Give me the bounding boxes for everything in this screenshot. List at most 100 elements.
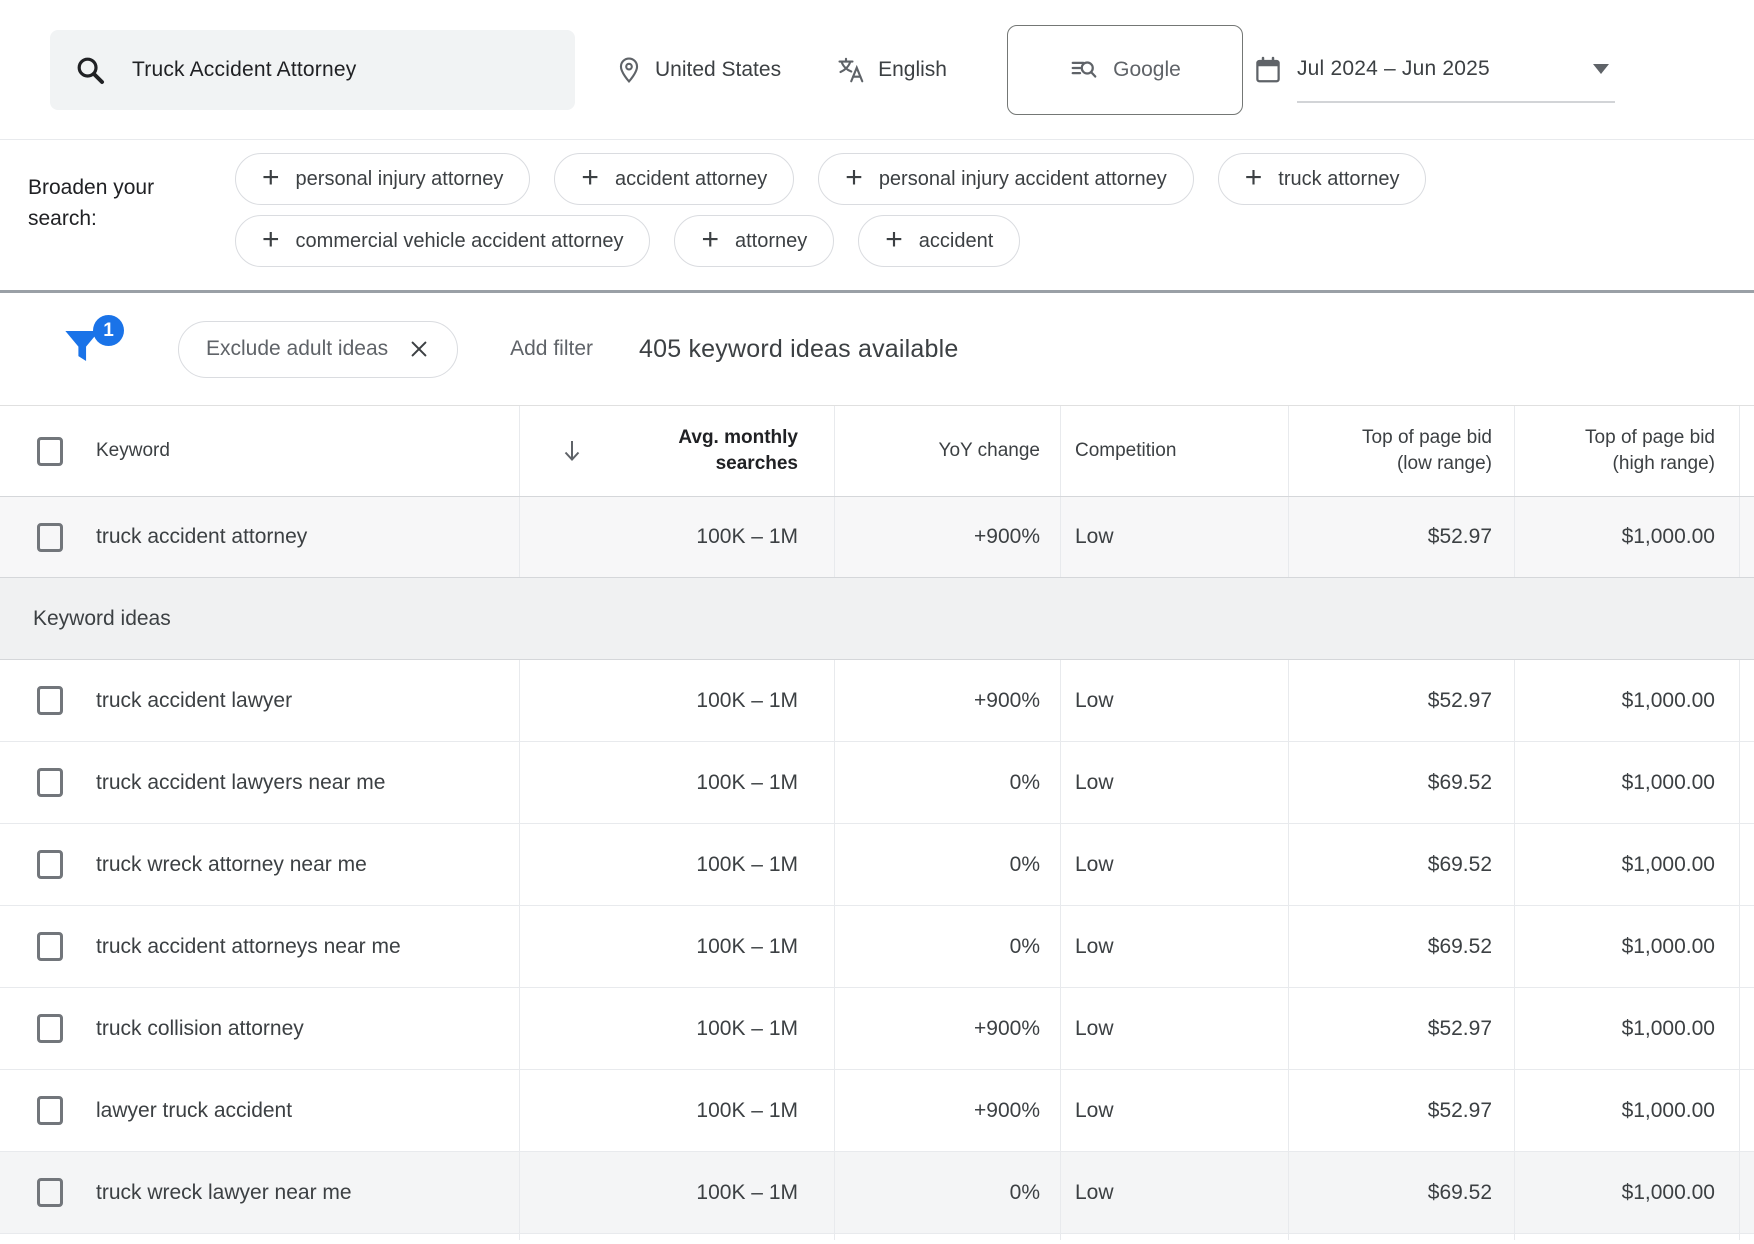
chip-label: personal injury accident attorney [879,168,1167,191]
search-network-icon [1069,55,1099,85]
row-filler-cell [1740,824,1754,905]
broaden-chip[interactable]: + personal injury attorney [235,153,530,205]
column-header-bid-high[interactable]: Top of page bid (high range) [1515,406,1740,496]
column-header-keyword[interactable]: Keyword [96,440,170,462]
keyword-text: truck accident attorneys near me [96,935,401,959]
keyword-search-input[interactable]: Truck Accident Attorney [50,30,575,110]
yoy-cell: +900% [835,1070,1061,1151]
table-row[interactable]: truck collision attorney 100K – 1M +900%… [0,988,1754,1070]
searches-cell: 100K – 1M [520,988,835,1069]
broaden-chips: + personal injury attorney + accident at… [235,140,1565,267]
filter-button[interactable]: 1 [60,321,112,377]
next-row-sliver [0,1234,1754,1240]
date-range-label: Jul 2024 – Jun 2025 [1297,57,1490,81]
row-checkbox[interactable] [37,1096,63,1125]
row-filler-cell [1740,660,1754,741]
column-header-bid-low[interactable]: Top of page bid (low range) [1289,406,1515,496]
table-row[interactable]: truck accident attorneys near me 100K – … [0,906,1754,988]
broaden-label: Broaden your search: [28,172,188,234]
row-checkbox[interactable] [37,850,63,879]
yoy-cell: 0% [835,906,1061,987]
language-selector[interactable]: English [836,55,947,85]
row-checkbox[interactable] [37,768,63,797]
broaden-chip[interactable]: + accident attorney [554,153,794,205]
searches-cell: 100K – 1M [520,824,835,905]
add-filter-button[interactable]: Add filter [510,337,593,361]
plus-icon: + [885,225,903,255]
broaden-chip[interactable]: + attorney [674,215,834,267]
location-label: United States [655,58,781,82]
yoy-cell: 0% [835,824,1061,905]
chevron-down-icon [1593,64,1609,74]
table-row[interactable]: truck accident attorney 100K – 1M +900% … [0,497,1754,578]
translate-icon [836,55,866,85]
keyword-text: lawyer truck accident [96,1099,292,1123]
bid-high-cell: $1,000.00 [1515,742,1740,823]
yoy-cell: +900% [835,660,1061,741]
table-row[interactable]: truck accident lawyers near me 100K – 1M… [0,742,1754,824]
plus-icon: + [262,225,280,255]
select-all-checkbox[interactable] [37,437,63,466]
plus-icon: + [701,225,719,255]
column-header-searches[interactable]: Avg. monthly searches [520,406,835,496]
table-row[interactable]: truck wreck lawyer near me 100K – 1M 0% … [0,1152,1754,1234]
row-checkbox[interactable] [37,523,63,552]
network-selector[interactable]: Google [1007,25,1243,115]
sort-descending-icon [560,437,584,465]
keyword-table: Keyword Avg. monthly searches YoY change… [0,405,1754,1240]
bid-high-cell: $1,000.00 [1515,1070,1740,1151]
bid-low-cell: $52.97 [1289,1070,1515,1151]
searches-cell: 100K – 1M [520,742,835,823]
row-checkbox[interactable] [37,1178,63,1207]
chip-label: attorney [735,230,807,253]
searches-cell: 100K – 1M [520,1070,835,1151]
row-checkbox[interactable] [37,932,63,961]
bid-low-cell: $69.52 [1289,906,1515,987]
close-icon[interactable] [408,338,430,360]
yoy-cell: +900% [835,988,1061,1069]
broaden-chip[interactable]: + truck attorney [1218,153,1427,205]
bid-high-cell: $1,000.00 [1515,660,1740,741]
yoy-cell: 0% [835,742,1061,823]
active-filter-label: Exclude adult ideas [206,337,388,361]
broaden-chip[interactable]: + commercial vehicle accident attorney [235,215,650,267]
broaden-chip[interactable]: + personal injury accident attorney [818,153,1193,205]
row-checkbox[interactable] [37,686,63,715]
filter-bar: 1 Exclude adult ideas Add filter 405 key… [0,293,1754,405]
row-checkbox[interactable] [37,1014,63,1043]
keyword-text: truck collision attorney [96,1017,304,1041]
bid-low-cell: $69.52 [1289,742,1515,823]
seed-rows-container: truck accident attorney 100K – 1M +900% … [0,497,1754,578]
language-label: English [878,58,947,82]
bid-low-cell: $69.52 [1289,824,1515,905]
bid-high-cell: $1,000.00 [1515,1152,1740,1233]
searches-cell: 100K – 1M [520,497,835,577]
plus-icon: + [581,163,599,193]
plus-icon: + [845,163,863,193]
row-filler-cell [1740,906,1754,987]
ideas-available-count: 405 keyword ideas available [639,335,959,364]
idea-rows-container: truck accident lawyer 100K – 1M +900% Lo… [0,660,1754,1234]
row-filler-cell [1740,1070,1754,1151]
table-row[interactable]: lawyer truck accident 100K – 1M +900% Lo… [0,1070,1754,1152]
competition-cell: Low [1061,660,1289,741]
location-selector[interactable]: United States [615,56,781,84]
table-row[interactable]: truck wreck attorney near me 100K – 1M 0… [0,824,1754,906]
bid-low-cell: $69.52 [1289,1152,1515,1233]
search-input-value: Truck Accident Attorney [132,58,356,82]
yoy-cell: 0% [835,1152,1061,1233]
bid-low-cell: $52.97 [1289,988,1515,1069]
date-range-selector[interactable]: Jul 2024 – Jun 2025 [1253,37,1615,103]
calendar-icon [1253,55,1283,85]
keyword-ideas-section-header: Keyword ideas [0,578,1754,660]
column-header-competition[interactable]: Competition [1061,406,1289,496]
column-header-yoy[interactable]: YoY change [835,406,1061,496]
active-filter-chip[interactable]: Exclude adult ideas [178,321,458,378]
row-filler-cell [1740,742,1754,823]
chip-label: accident attorney [615,168,767,191]
table-row[interactable]: truck accident lawyer 100K – 1M +900% Lo… [0,660,1754,742]
broaden-chip[interactable]: + accident [858,215,1020,267]
chip-label: accident [919,230,994,253]
row-filler-cell [1740,1152,1754,1233]
keyword-text: truck wreck attorney near me [96,853,367,877]
